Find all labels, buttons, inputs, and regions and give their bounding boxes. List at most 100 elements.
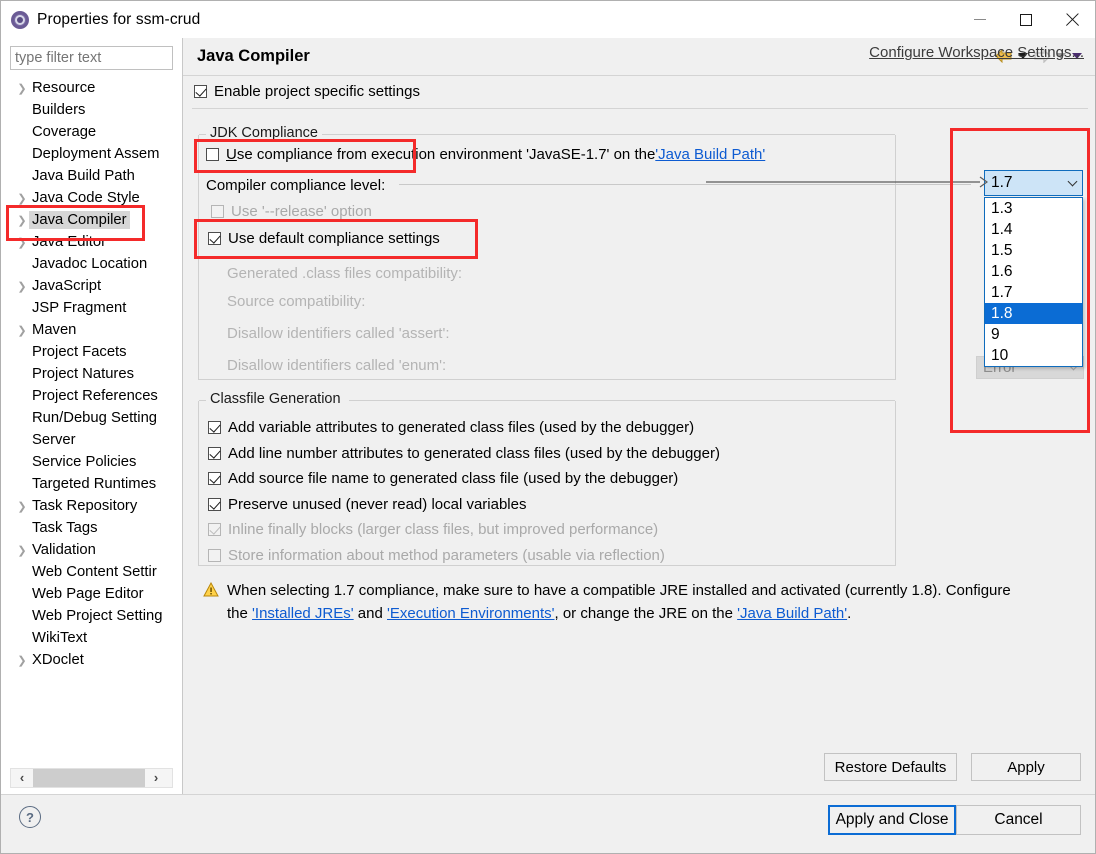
window-title: Properties for ssm-crud xyxy=(37,10,201,28)
sidebar-item-java-editor[interactable]: ❯ Java Editor xyxy=(1,231,182,253)
enable-project-specific-checkbox[interactable] xyxy=(194,84,207,98)
dropdown-option[interactable]: 10 xyxy=(985,345,1082,366)
sidebar-item-service-policies[interactable]: ❯Service Policies xyxy=(1,451,182,473)
compliance-level-dropdown-list[interactable]: 1.3 1.4 1.5 1.6 1.7 1.8 9 10 xyxy=(984,197,1083,367)
sidebar-item-web-page-editor[interactable]: ❯Web Page Editor xyxy=(1,583,182,605)
compiler-compliance-level-label: Compiler compliance level: xyxy=(206,177,386,194)
sidebar-item-run-debug-setting[interactable]: ❯Run/Debug Setting xyxy=(1,407,182,429)
close-icon xyxy=(1065,13,1079,27)
sidebar-item-task-repository[interactable]: ❯ Task Repository xyxy=(1,495,182,517)
sidebar-item-server[interactable]: ❯Server xyxy=(1,429,182,451)
sidebar-item-project-facets[interactable]: ❯Project Facets xyxy=(1,341,182,363)
warning-line-2-d: . xyxy=(847,605,852,622)
sidebar-item-label: XDoclet xyxy=(32,652,84,668)
minimize-button[interactable] xyxy=(957,1,1003,38)
use-default-compliance-settings-checkbox[interactable] xyxy=(208,232,221,245)
warning-triangle-icon xyxy=(203,581,219,597)
sidebar-item-builders[interactable]: ❯Builders xyxy=(1,99,182,121)
chevron-right-icon[interactable]: ❯ xyxy=(15,539,29,561)
generated-class-files-compatibility-label: Generated .class files compatibility: xyxy=(227,265,463,282)
sidebar-item-project-references[interactable]: ❯Project References xyxy=(1,385,182,407)
classfile-option-row[interactable]: Add variable attributes to generated cla… xyxy=(208,419,694,436)
dropdown-option[interactable]: 1.7 xyxy=(985,282,1082,303)
restore-defaults-button[interactable]: Restore Defaults xyxy=(824,753,957,781)
classfile-option-checkbox[interactable] xyxy=(208,497,221,511)
sidebar-item-label: Run/Debug Setting xyxy=(32,410,158,426)
sidebar-item-web-project-setting[interactable]: ❯Web Project Setting xyxy=(1,605,182,627)
sidebar-item-validation[interactable]: ❯ Validation xyxy=(1,539,182,561)
classfile-option-label: Preserve unused (never read) local varia… xyxy=(228,495,527,513)
sidebar-item-label: Project Facets xyxy=(32,344,127,360)
dropdown-option[interactable]: 9 xyxy=(985,324,1082,345)
apply-button[interactable]: Apply xyxy=(971,753,1081,781)
sidebar-item-xdoclet[interactable]: ❯ XDoclet xyxy=(1,649,182,671)
chevron-right-icon[interactable]: ❯ xyxy=(15,319,29,341)
use-default-compliance-settings-row[interactable]: Use default compliance settings xyxy=(208,230,440,247)
scroll-right-arrow-icon[interactable]: › xyxy=(145,769,167,787)
sidebar-item-java-build-path[interactable]: ❯Java Build Path xyxy=(1,165,182,187)
java-build-path-link-1[interactable]: 'Java Build Path' xyxy=(655,146,765,163)
sidebar-item-javadoc-location[interactable]: ❯Javadoc Location xyxy=(1,253,182,275)
chevron-right-icon[interactable]: ❯ xyxy=(15,77,29,99)
title-bar: Properties for ssm-crud xyxy=(1,1,1095,38)
classfile-option-checkbox[interactable] xyxy=(208,472,221,485)
sidebar-item-resource[interactable]: ❯ Resource xyxy=(1,77,182,99)
chevron-right-icon[interactable]: ❯ xyxy=(15,209,29,231)
dropdown-option[interactable]: 1.6 xyxy=(985,261,1082,282)
installed-jres-link[interactable]: 'Installed JREs' xyxy=(252,605,354,622)
close-button[interactable] xyxy=(1049,1,1095,38)
sidebar-item-deployment-assem[interactable]: ❯Deployment Assem xyxy=(1,143,182,165)
sidebar-item-label: JSP Fragment xyxy=(32,300,127,316)
sidebar-item-javascript[interactable]: ❯ JavaScript xyxy=(1,275,182,297)
sidebar-item-project-natures[interactable]: ❯Project Natures xyxy=(1,363,182,385)
sidebar-item-label: Project Natures xyxy=(32,366,134,382)
apply-and-close-button[interactable]: Apply and Close xyxy=(828,805,956,835)
classfile-option-row: Store information about method parameter… xyxy=(208,547,665,564)
sidebar-item-web-content-settir[interactable]: ❯Web Content Settir xyxy=(1,561,182,583)
sidebar-item-wikitext[interactable]: ❯WikiText xyxy=(1,627,182,649)
sidebar-item-coverage[interactable]: ❯Coverage xyxy=(1,121,182,143)
sidebar-item-java-compiler[interactable]: ❯ Java Compiler xyxy=(1,209,182,231)
maximize-button[interactable] xyxy=(1003,1,1049,38)
dropdown-option[interactable]: 1.3 xyxy=(985,198,1082,219)
sidebar-item-targeted-runtimes[interactable]: ❯Targeted Runtimes xyxy=(1,473,182,495)
classfile-option-row[interactable]: Add line number attributes to generated … xyxy=(208,445,720,462)
chevron-right-icon[interactable]: ❯ xyxy=(15,231,29,253)
execution-environments-link[interactable]: 'Execution Environments' xyxy=(387,605,554,622)
sidebar-item-label: Java Compiler xyxy=(29,211,130,229)
cancel-button[interactable]: Cancel xyxy=(956,805,1081,835)
chevron-right-icon[interactable]: ❯ xyxy=(15,495,29,517)
sidebar-item-maven[interactable]: ❯ Maven xyxy=(1,319,182,341)
settings-tree[interactable]: ❯Resource❯Builders❯Coverage❯Deployment A… xyxy=(1,77,182,755)
help-question-icon[interactable]: ? xyxy=(19,806,41,828)
scroll-left-arrow-icon[interactable]: ‹ xyxy=(11,769,33,787)
java-build-path-link-2[interactable]: 'Java Build Path' xyxy=(737,605,847,622)
dropdown-option[interactable]: 1.4 xyxy=(985,219,1082,240)
compliance-level-combo[interactable]: 1.7 xyxy=(984,170,1083,196)
use-compliance-from-execution-env-row[interactable]: Use compliance from execution environmen… xyxy=(206,146,765,163)
dropdown-option[interactable]: 1.5 xyxy=(985,240,1082,261)
sidebar-item-java-code-style[interactable]: ❯ Java Code Style xyxy=(1,187,182,209)
classfile-option-row[interactable]: Preserve unused (never read) local varia… xyxy=(208,496,526,513)
sidebar-item-label: Web Project Setting xyxy=(32,608,163,624)
use-compliance-from-execution-env-checkbox[interactable] xyxy=(206,148,219,161)
sidebar-item-jsp-fragment[interactable]: ❯JSP Fragment xyxy=(1,297,182,319)
filter-input[interactable] xyxy=(10,46,173,70)
classfile-option-checkbox[interactable] xyxy=(208,421,221,434)
sidebar-item-task-tags[interactable]: ❯Task Tags xyxy=(1,517,182,539)
use-release-option-checkbox xyxy=(211,205,224,218)
enable-project-specific-row[interactable]: Enable project specific settings xyxy=(183,77,1095,105)
chevron-right-icon[interactable]: ❯ xyxy=(15,187,29,209)
dropdown-option[interactable]: 1.8 xyxy=(985,303,1082,324)
configure-workspace-settings-link[interactable]: Configure Workspace Settings... xyxy=(869,44,1084,61)
classfile-option-checkbox[interactable] xyxy=(208,446,221,460)
chevron-down-icon[interactable] xyxy=(1062,171,1082,195)
chevron-right-icon[interactable]: ❯ xyxy=(15,649,29,671)
chevron-right-icon[interactable]: ❯ xyxy=(15,275,29,297)
tree-horizontal-scrollbar[interactable]: ‹ › xyxy=(10,768,173,788)
sidebar-item-label: Task Repository xyxy=(32,498,138,514)
page-title: Java Compiler xyxy=(197,47,310,65)
classfile-option-row[interactable]: Add source file name to generated class … xyxy=(208,470,678,487)
scrollbar-thumb[interactable] xyxy=(33,769,145,787)
use-release-option-row: Use '--release' option xyxy=(211,203,372,220)
